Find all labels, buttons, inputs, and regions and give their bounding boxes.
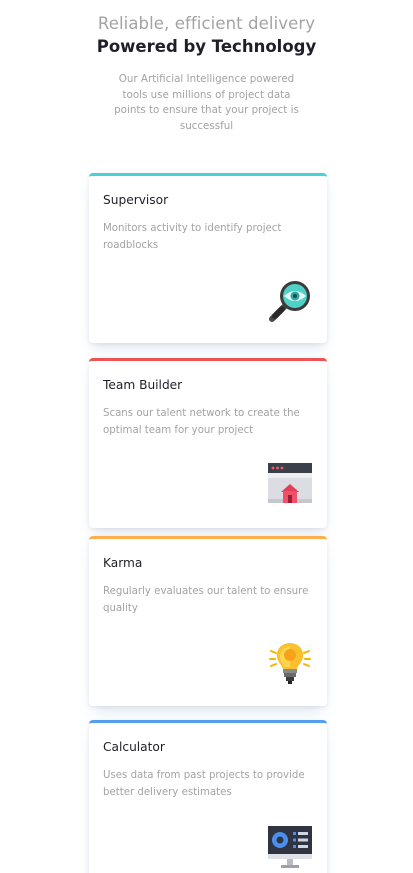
card-description: Scans our talent network to create the o… [103,408,300,436]
feature-card-calculator: Calculator Uses data from past projects … [89,720,327,873]
card-title: Karma [103,556,143,570]
browser-house-icon [267,461,313,507]
section-subtitle: Reliable, efficient delivery [97,14,316,33]
section-description: Our Artificial Intelligence powered tool… [114,73,299,133]
section-title: Powered by Technology [96,37,317,56]
card-title: Team Builder [103,378,183,392]
card-description: Monitors activity to identify project ro… [103,223,282,251]
monitor-chart-icon [267,823,313,869]
card-title: Supervisor [103,193,169,207]
section-header: Reliable, efficient delivery Powered by … [0,14,413,135]
feature-card-karma: Karma Regularly evaluates our talent to … [89,536,327,706]
feature-card-team-builder: Team Builder Scans our talent network to… [89,358,327,528]
features-page: Reliable, efficient delivery Powered by … [0,0,413,873]
magnifier-eye-icon [267,278,313,324]
lightbulb-icon [267,641,313,687]
card-description: Regularly evaluates our talent to ensure… [103,586,309,614]
feature-card-supervisor: Supervisor Monitors activity to identify… [89,173,327,343]
card-title: Calculator [103,740,165,754]
card-description: Uses data from past projects to provide … [103,770,305,798]
